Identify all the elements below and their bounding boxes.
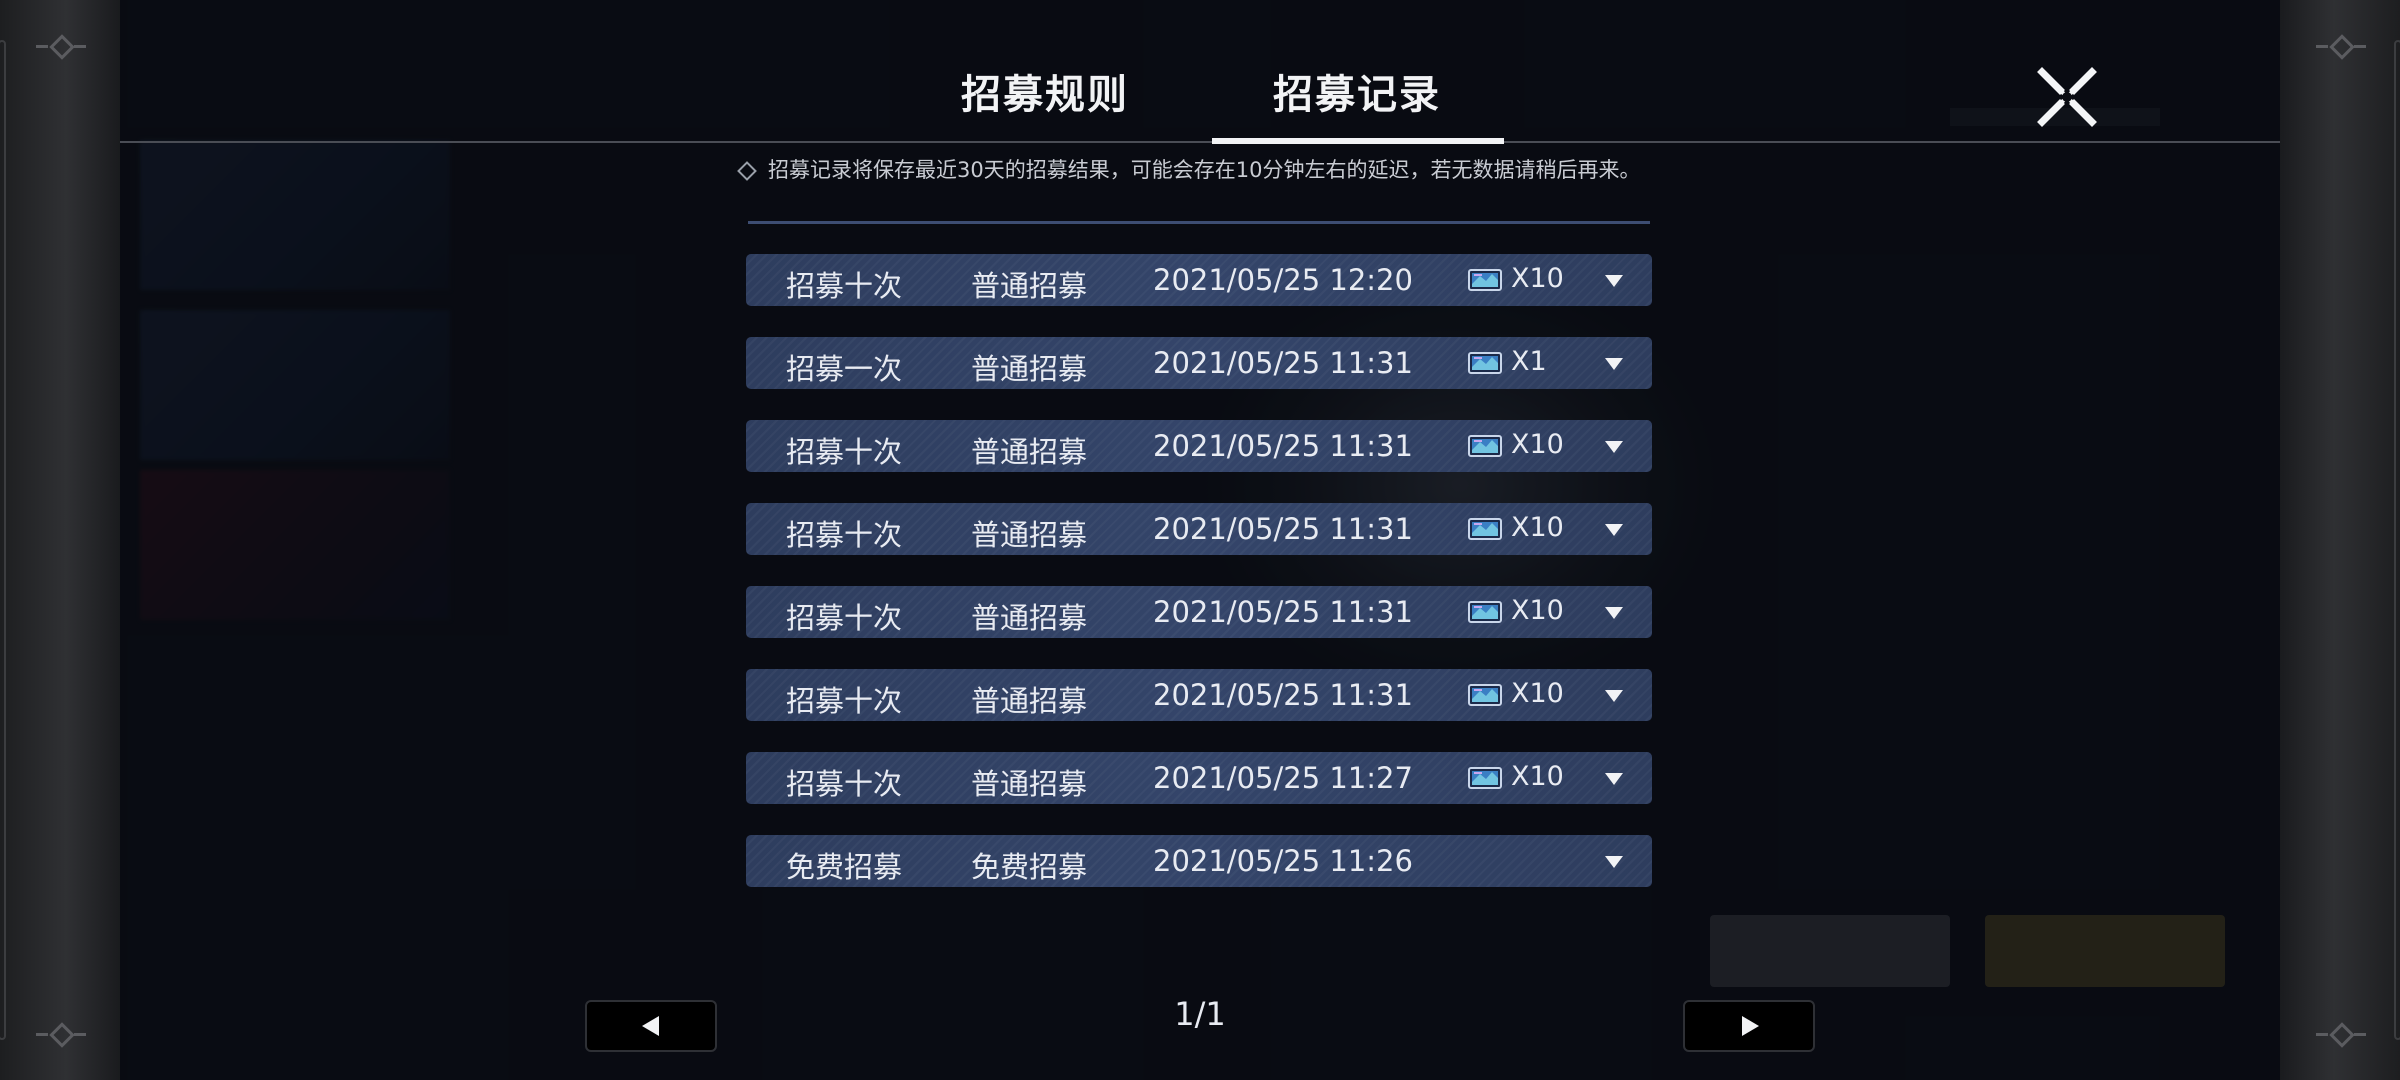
record-type: 招募十次 bbox=[786, 269, 903, 303]
close-x-icon bbox=[2037, 67, 2097, 127]
record-type: 招募十次 bbox=[786, 435, 903, 469]
record-quantity: X1 bbox=[1511, 346, 1547, 377]
record-type: 招募十次 bbox=[786, 601, 903, 635]
record-row[interactable]: 招募一次 普通招募 2021/05/25 11:31 X1 bbox=[746, 337, 1652, 389]
record-quantity: X10 bbox=[1511, 512, 1564, 543]
frame-ornament-top-right bbox=[2316, 34, 2366, 60]
recruit-ticket-icon bbox=[1468, 435, 1502, 457]
record-type: 招募十次 bbox=[786, 767, 903, 801]
notice-text: 招募记录将保存最近30天的招募结果，可能会存在10分钟左右的延迟，若无数据请稍后… bbox=[768, 158, 1641, 182]
expand-arrow-icon[interactable] bbox=[1605, 524, 1623, 536]
frame-ornament-bottom-left bbox=[36, 1022, 86, 1048]
tabs-divider bbox=[120, 141, 2280, 143]
record-time: 2021/05/25 11:31 bbox=[1153, 595, 1413, 629]
record-type: 招募十次 bbox=[786, 518, 903, 552]
next-page-button[interactable] bbox=[1683, 1000, 1815, 1052]
record-time: 2021/05/25 11:31 bbox=[1153, 512, 1413, 546]
close-button[interactable] bbox=[2036, 66, 2098, 128]
record-row[interactable]: 招募十次 普通招募 2021/05/25 11:31 X10 bbox=[746, 669, 1652, 721]
expand-arrow-icon[interactable] bbox=[1605, 441, 1623, 453]
record-pool: 普通招募 bbox=[971, 518, 1088, 552]
tab-recruit-records[interactable]: 招募记录 bbox=[1212, 62, 1502, 120]
recruit-ticket-icon bbox=[1468, 601, 1502, 623]
record-row[interactable]: 招募十次 普通招募 2021/05/25 11:27 X10 bbox=[746, 752, 1652, 804]
record-pool: 普通招募 bbox=[971, 767, 1088, 801]
record-time: 2021/05/25 11:31 bbox=[1153, 429, 1413, 463]
record-pool: 普通招募 bbox=[971, 601, 1088, 635]
record-quantity: X10 bbox=[1511, 761, 1564, 792]
record-time: 2021/05/25 12:20 bbox=[1153, 263, 1413, 297]
record-time: 2021/05/25 11:27 bbox=[1153, 761, 1413, 795]
previous-page-button[interactable] bbox=[585, 1000, 717, 1052]
expand-arrow-icon[interactable] bbox=[1605, 773, 1623, 785]
record-type: 招募一次 bbox=[786, 352, 903, 386]
record-pool: 普通招募 bbox=[971, 352, 1088, 386]
record-pool: 普通招募 bbox=[971, 269, 1088, 303]
recruit-ticket-icon bbox=[1468, 518, 1502, 540]
record-row[interactable]: 招募十次 普通招募 2021/05/25 11:31 X10 bbox=[746, 586, 1652, 638]
record-type: 招募十次 bbox=[786, 684, 903, 718]
notice-divider bbox=[748, 221, 1650, 224]
right-frame-edge bbox=[2394, 40, 2400, 1040]
expand-arrow-icon[interactable] bbox=[1605, 358, 1623, 370]
frame-ornament-bottom-right bbox=[2316, 1022, 2366, 1048]
record-quantity: X10 bbox=[1511, 595, 1564, 626]
record-pool: 普通招募 bbox=[971, 435, 1088, 469]
record-row[interactable]: 招募十次 普通招募 2021/05/25 11:31 X10 bbox=[746, 503, 1652, 555]
left-frame-edge bbox=[0, 40, 6, 1040]
recruit-ticket-icon bbox=[1468, 684, 1502, 706]
triangle-left-icon bbox=[642, 1016, 659, 1036]
expand-arrow-icon[interactable] bbox=[1605, 690, 1623, 702]
record-time: 2021/05/25 11:31 bbox=[1153, 346, 1413, 380]
record-quantity: X10 bbox=[1511, 678, 1564, 709]
record-row[interactable]: 免费招募 免费招募 2021/05/25 11:26 bbox=[746, 835, 1652, 887]
recruit-ticket-icon bbox=[1468, 767, 1502, 789]
record-quantity: X10 bbox=[1511, 263, 1564, 294]
recruit-ticket-icon bbox=[1468, 352, 1502, 374]
record-time: 2021/05/25 11:26 bbox=[1153, 844, 1413, 878]
record-pool: 普通招募 bbox=[971, 684, 1088, 718]
frame-ornament-top-left bbox=[36, 34, 86, 60]
record-row[interactable]: 招募十次 普通招募 2021/05/25 11:31 X10 bbox=[746, 420, 1652, 472]
record-quantity: X10 bbox=[1511, 429, 1564, 460]
retention-notice: 招募记录将保存最近30天的招募结果，可能会存在10分钟左右的延迟，若无数据请稍后… bbox=[737, 156, 1650, 185]
diamond-bullet-icon bbox=[737, 161, 757, 181]
expand-arrow-icon[interactable] bbox=[1605, 275, 1623, 287]
record-time: 2021/05/25 11:31 bbox=[1153, 678, 1413, 712]
triangle-right-icon bbox=[1742, 1016, 1759, 1036]
page-indicator: 1/1 bbox=[1174, 995, 1226, 1033]
recruit-ticket-icon bbox=[1468, 269, 1502, 291]
record-row[interactable]: 招募十次 普通招募 2021/05/25 12:20 X10 bbox=[746, 254, 1652, 306]
expand-arrow-icon[interactable] bbox=[1605, 856, 1623, 868]
records-list: 招募十次 普通招募 2021/05/25 12:20 X10 招募一次 普通招募… bbox=[746, 254, 1652, 918]
record-type: 免费招募 bbox=[786, 850, 903, 884]
expand-arrow-icon[interactable] bbox=[1605, 607, 1623, 619]
right-frame bbox=[2280, 0, 2400, 1080]
active-tab-indicator bbox=[1212, 138, 1504, 144]
left-frame bbox=[0, 0, 120, 1080]
tab-recruit-rules[interactable]: 招募规则 bbox=[930, 62, 1160, 120]
record-pool: 免费招募 bbox=[971, 850, 1088, 884]
